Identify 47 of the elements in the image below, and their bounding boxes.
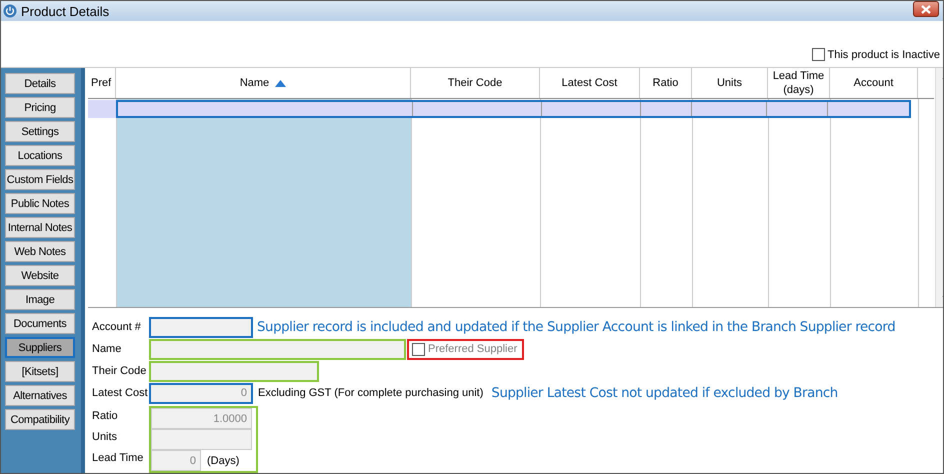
sidebar-tab[interactable]: Locations bbox=[5, 145, 75, 166]
sidebar-tab[interactable]: Alternatives bbox=[5, 385, 75, 406]
sidebar-tab[interactable]: Details bbox=[5, 73, 75, 94]
sidebar-tab[interactable]: [Kitsets] bbox=[5, 361, 75, 382]
column-header[interactable]: Account bbox=[830, 68, 918, 98]
sidebar-tab[interactable]: Web Notes bbox=[5, 241, 75, 262]
annotation-text: Supplier record is included and updated if the Supplier Account is linked in the Branch Supplier record bbox=[257, 320, 896, 334]
checkbox-label: Preferred Supplier bbox=[428, 343, 518, 355]
sidebar-tab[interactable]: Settings bbox=[5, 121, 75, 142]
checkbox-label: This product is Inactive bbox=[828, 48, 940, 60]
field-label: Latest Cost bbox=[92, 387, 149, 399]
selected-row-cell[interactable] bbox=[88, 100, 116, 118]
column-header[interactable]: Name bbox=[116, 68, 411, 98]
column-header[interactable]: Latest Cost bbox=[540, 68, 640, 98]
sidebar-tab[interactable]: Suppliers bbox=[5, 337, 75, 358]
field-label: Ratio bbox=[92, 409, 119, 424]
close-icon[interactable] bbox=[921, 4, 931, 14]
sidebar-tab[interactable]: Internal Notes bbox=[5, 217, 75, 238]
column-header[interactable]: Units bbox=[692, 68, 768, 98]
sidebar-tab[interactable]: Documents bbox=[5, 313, 75, 334]
selected-row[interactable] bbox=[116, 100, 911, 118]
input-field[interactable] bbox=[149, 338, 406, 360]
sidebar-tab[interactable]: Website bbox=[5, 265, 75, 286]
close-button[interactable] bbox=[913, 1, 939, 17]
hint-text: Excluding GST (For complete purchasing unit) bbox=[258, 387, 484, 399]
field-label: Account # bbox=[92, 321, 142, 333]
field-label: Name bbox=[92, 343, 122, 355]
column-header[interactable]: Lead Time (days) bbox=[768, 68, 830, 98]
power-icon bbox=[3, 4, 17, 18]
unit-label: (Days) bbox=[207, 454, 240, 466]
input-field[interactable] bbox=[149, 316, 253, 338]
window-title: Product Details bbox=[21, 4, 110, 18]
input-field[interactable] bbox=[149, 360, 319, 382]
checkbox[interactable] bbox=[812, 48, 824, 61]
sidebar-tab[interactable]: Pricing bbox=[5, 97, 75, 118]
sidebar-tab[interactable]: Compatibility bbox=[5, 409, 75, 430]
column-header[interactable]: Their Code bbox=[411, 68, 540, 98]
field-label: Lead Time bbox=[92, 451, 144, 466]
annotation-text: Supplier Latest Cost not updated if excluded by Branch bbox=[491, 386, 838, 400]
sidebar-tab[interactable]: Image bbox=[5, 289, 75, 310]
column-header[interactable]: Pref bbox=[88, 68, 116, 98]
field-label: Units bbox=[92, 430, 118, 445]
field-label: Their Code bbox=[92, 365, 148, 377]
sidebar-tab[interactable]: Public Notes bbox=[5, 193, 75, 214]
sort-ascending-icon bbox=[275, 80, 286, 86]
sidebar-tab[interactable]: Custom Fields bbox=[5, 169, 75, 190]
column-header[interactable]: Ratio bbox=[640, 68, 692, 98]
